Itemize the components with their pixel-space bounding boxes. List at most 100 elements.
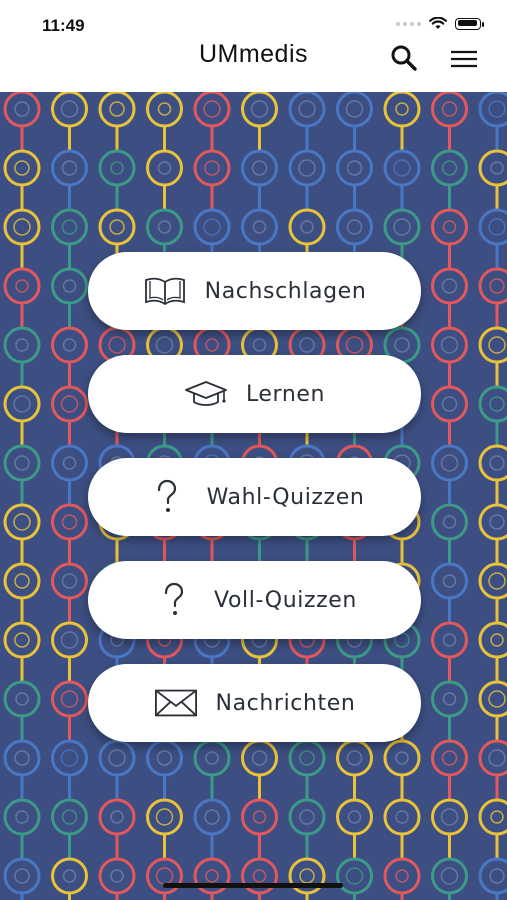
pattern-glyph — [441, 160, 458, 176]
pattern-glyph — [251, 160, 268, 176]
pattern-ring — [193, 149, 231, 187]
pattern-glyph — [157, 161, 172, 175]
pattern-ring — [431, 444, 468, 482]
pattern-ring — [431, 149, 468, 187]
pattern-glyph — [14, 101, 30, 117]
pattern-ring — [51, 798, 88, 836]
pattern-glyph — [441, 396, 458, 412]
pattern-glyph — [61, 809, 78, 825]
pattern-glyph — [489, 455, 505, 471]
pattern-ring — [51, 92, 88, 128]
pattern-glyph — [251, 750, 268, 766]
pattern-glyph — [110, 161, 124, 175]
pattern-ring — [241, 208, 278, 246]
pattern-ring — [51, 326, 88, 364]
pattern-ring — [431, 208, 468, 246]
pattern-ring — [383, 857, 421, 895]
pattern-glyph — [395, 869, 409, 883]
pattern-glyph — [15, 692, 29, 706]
pattern-ring — [193, 208, 231, 246]
pattern-glyph — [490, 161, 504, 175]
pattern-glyph — [60, 100, 79, 118]
pattern-glyph — [14, 160, 30, 176]
pattern-glyph — [15, 338, 29, 352]
pattern-ring — [98, 857, 136, 895]
pattern-glyph — [490, 810, 504, 824]
pattern-ring — [478, 503, 507, 541]
pattern-ring — [431, 680, 468, 718]
pattern-glyph — [62, 279, 77, 293]
pattern-glyph — [14, 868, 30, 884]
pattern-ring — [383, 92, 421, 128]
home-indicator — [163, 883, 343, 888]
pattern-ring — [431, 739, 468, 777]
pattern-ring — [431, 385, 468, 423]
pattern-ring — [3, 503, 41, 541]
pattern-ring — [3, 798, 41, 836]
pattern-ring — [241, 149, 278, 187]
pattern-glyph — [440, 867, 459, 885]
wifi-icon — [429, 17, 447, 29]
pattern-glyph — [204, 809, 220, 825]
pattern-glyph — [298, 100, 316, 118]
pattern-glyph — [345, 336, 364, 354]
pattern-ring — [241, 92, 278, 128]
pattern-glyph — [60, 631, 79, 649]
pattern-glyph — [489, 868, 505, 884]
lernen-button[interactable]: Lernen — [88, 355, 421, 433]
pattern-glyph — [300, 220, 314, 234]
pattern-glyph — [394, 337, 410, 353]
pattern-ring — [3, 444, 41, 482]
pattern-glyph — [14, 573, 30, 589]
pattern-glyph — [298, 159, 316, 177]
menu-button[interactable] — [447, 42, 481, 74]
pattern-ring — [431, 92, 468, 128]
pattern-ring — [383, 208, 421, 246]
nachrichten-button[interactable]: Nachrichten — [88, 664, 421, 742]
graduation-cap-icon — [184, 376, 228, 412]
pattern-glyph — [299, 750, 315, 766]
pattern-glyph — [62, 338, 77, 352]
pattern-ring — [478, 267, 507, 305]
pattern-ring — [146, 92, 183, 128]
nachschlagen-button[interactable]: Nachschlagen — [88, 252, 421, 330]
pattern-ring — [3, 857, 41, 895]
search-button[interactable] — [388, 42, 420, 74]
battery-icon — [455, 17, 484, 30]
pattern-ring — [146, 739, 183, 777]
pattern-ring — [431, 267, 468, 305]
pattern-glyph — [205, 338, 219, 352]
pattern-glyph — [252, 810, 267, 824]
pattern-ring — [51, 739, 88, 777]
pattern-ring — [336, 739, 373, 777]
pattern-glyph — [205, 751, 219, 765]
pattern-ring — [288, 798, 326, 836]
pattern-glyph — [61, 219, 78, 235]
pattern-glyph — [203, 218, 221, 236]
pattern-ring — [193, 798, 231, 836]
pattern-ring — [288, 739, 326, 777]
pattern-glyph — [488, 749, 506, 767]
wahl-quizzen-button[interactable]: Wahl-Quizzen — [88, 458, 421, 536]
pattern-glyph — [60, 690, 79, 708]
pattern-glyph — [299, 337, 315, 353]
pattern-glyph — [62, 869, 77, 883]
voll-quizzen-label: Voll-Quizzen — [214, 587, 357, 613]
pattern-ring — [336, 857, 373, 895]
pattern-glyph — [252, 869, 267, 883]
pattern-glyph — [299, 809, 315, 825]
pattern-ring — [51, 562, 88, 600]
pattern-ring — [98, 208, 136, 246]
voll-quizzen-button[interactable]: Voll-Quizzen — [88, 561, 421, 639]
pattern-glyph — [395, 751, 409, 765]
pattern-glyph — [346, 160, 363, 176]
pattern-ring — [3, 92, 41, 128]
pattern-glyph — [489, 514, 505, 530]
pattern-glyph — [489, 278, 505, 294]
pattern-glyph — [442, 633, 457, 647]
pattern-ring — [51, 385, 88, 423]
pattern-ring — [478, 739, 507, 777]
pattern-glyph — [155, 336, 174, 354]
pattern-ring — [288, 92, 326, 128]
pattern-ring — [241, 739, 278, 777]
